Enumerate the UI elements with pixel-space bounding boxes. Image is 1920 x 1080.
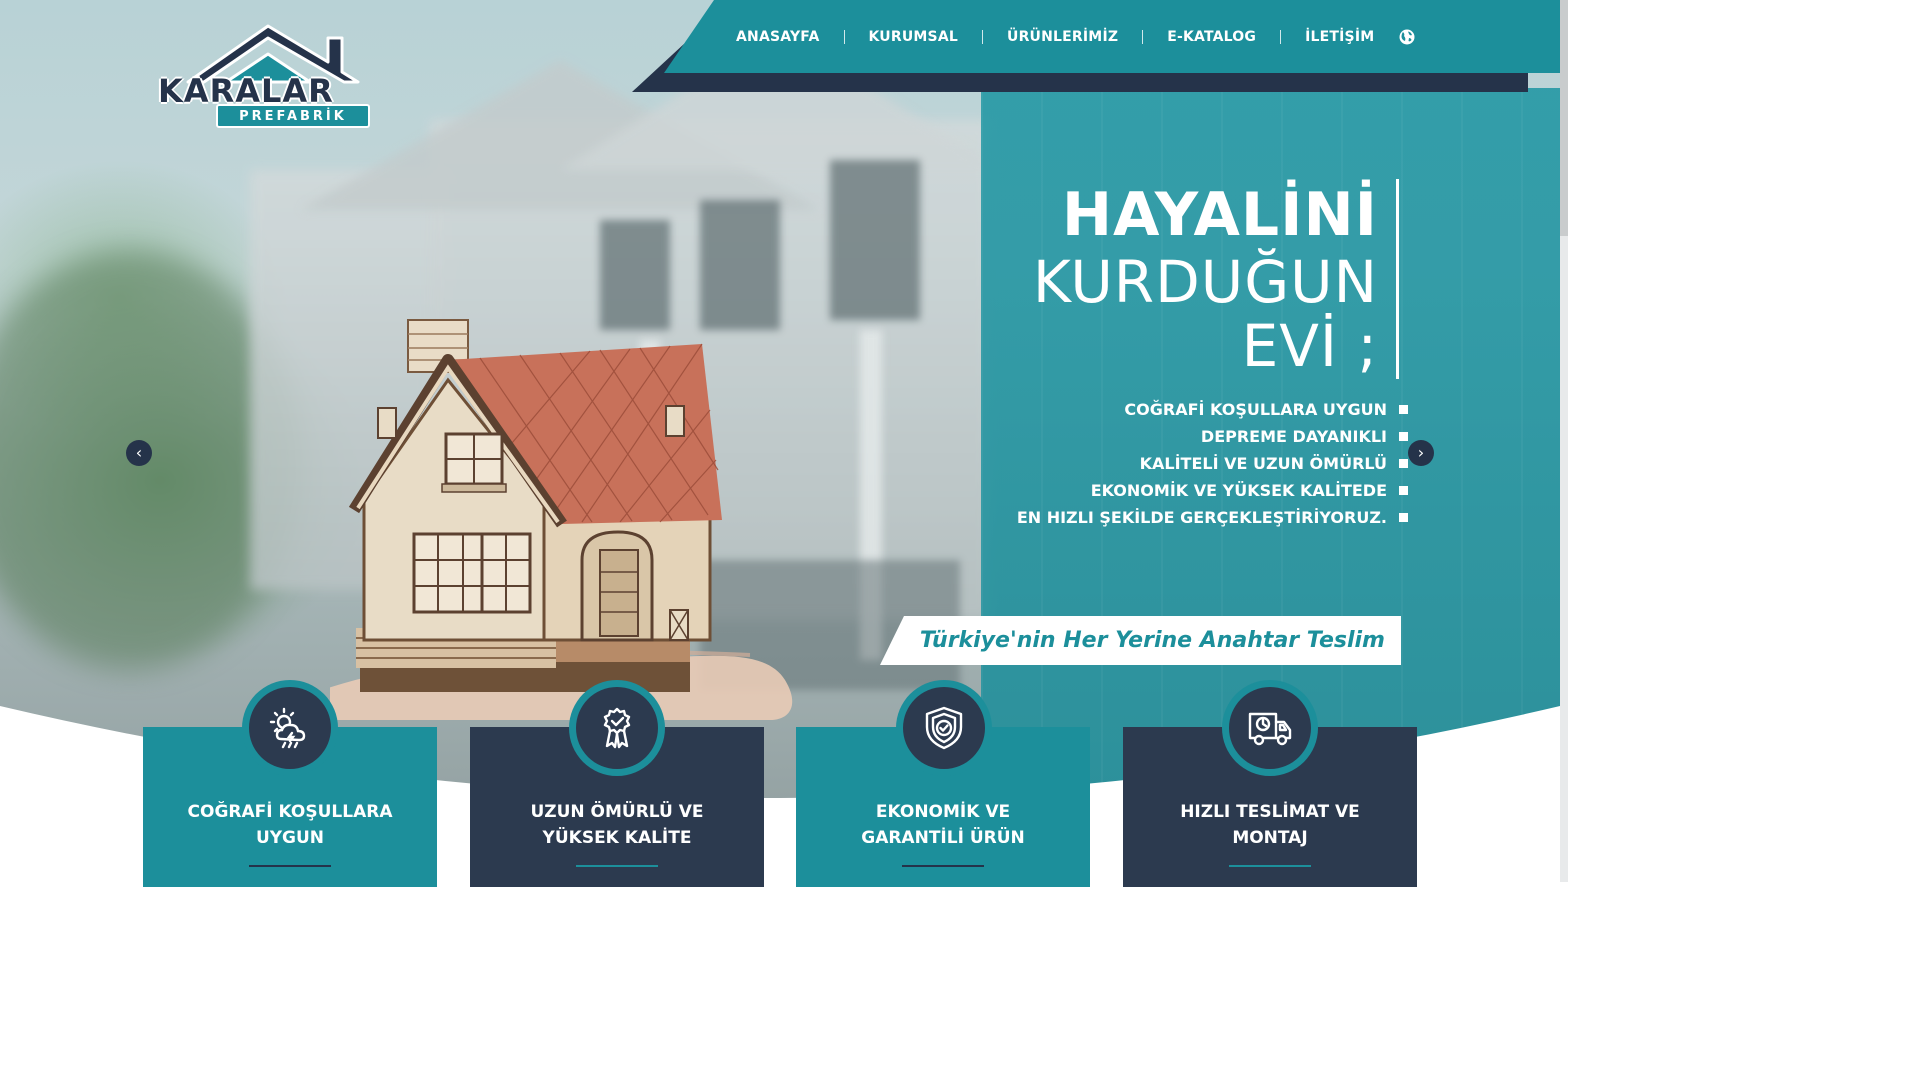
- slider-prev-button[interactable]: ‹: [126, 440, 152, 466]
- card-icon-badge: [242, 680, 338, 776]
- headline-accent-bar: [1396, 179, 1399, 379]
- square-bullet-icon: [1399, 405, 1408, 414]
- slider-next-button[interactable]: ›: [1408, 440, 1434, 466]
- delivery-truck-icon: [1248, 712, 1292, 746]
- nav-divider: [1142, 29, 1144, 44]
- page-scrollbar-thumb[interactable]: [1560, 0, 1568, 236]
- card-underline: [576, 865, 658, 867]
- feature-item: EKONOMİK VE YÜKSEK KALİTEDE: [1017, 477, 1408, 504]
- headline-line-1: HAYALİNİ: [1061, 180, 1378, 250]
- main-navigation: ANASAYFA KURUMSAL ÜRÜNLERİMİZ E-KATALOG …: [664, 0, 1560, 73]
- nav-item-corporate[interactable]: KURUMSAL: [869, 29, 959, 45]
- nav-item-e-catalog[interactable]: E-KATALOG: [1167, 29, 1256, 45]
- feature-text: COĞRAFİ KOŞULLARA UYGUN: [1124, 400, 1387, 419]
- card-underline: [902, 865, 984, 867]
- card-icon-badge: [1222, 680, 1318, 776]
- nav-divider: [1280, 29, 1282, 44]
- hero-headline: HAYALİNİ KURDUĞUN EVİ ;: [1033, 180, 1378, 378]
- card-title: EKONOMİK VE GARANTİLİ ÜRÜN: [861, 802, 1025, 848]
- brand-logo[interactable]: KARALAR PREFABRİK: [158, 22, 374, 134]
- weather-icon: [269, 707, 306, 749]
- square-bullet-icon: [1399, 459, 1408, 468]
- headline-line-3: EVİ ;: [1241, 312, 1378, 380]
- nav-divider: [982, 29, 983, 44]
- feature-item: EN HIZLI ŞEKİLDE GERÇEKLEŞTİRİYORUZ.: [1017, 504, 1408, 531]
- feature-text: KALİTELİ VE UZUN ÖMÜRLÜ: [1139, 454, 1387, 473]
- card-title: COĞRAFİ KOŞULLARA UYGUN: [187, 802, 393, 848]
- house-model-image: [330, 319, 793, 720]
- headline-line-2: KURDUĞUN: [1032, 248, 1378, 316]
- feature-text: EN HIZLI ŞEKİLDE GERÇEKLEŞTİRİYORUZ.: [1016, 508, 1387, 527]
- square-bullet-icon: [1399, 486, 1408, 495]
- square-bullet-icon: [1399, 432, 1408, 441]
- feature-text: DEPREME DAYANIKLI: [1200, 427, 1387, 446]
- card-underline: [249, 865, 331, 867]
- feature-item: KALİTELİ VE UZUN ÖMÜRLÜ: [1017, 450, 1408, 477]
- nav-divider: [843, 29, 845, 44]
- background-window: [830, 160, 920, 320]
- feature-text: EKONOMİK VE YÜKSEK KALİTEDE: [1090, 481, 1387, 500]
- nav-item-contact[interactable]: İLETİŞİM: [1305, 29, 1374, 45]
- card-icon-badge: [569, 680, 665, 776]
- hero-feature-list: COĞRAFİ KOŞULLARA UYGUN DEPREME DAYANIKL…: [1017, 396, 1408, 531]
- card-title: HIZLI TESLİMAT VE MONTAJ: [1180, 802, 1360, 848]
- award-ribbon-icon: [603, 707, 631, 749]
- card-underline: [1229, 865, 1311, 867]
- square-bullet-icon: [1399, 513, 1408, 522]
- card-icon-badge: [896, 680, 992, 776]
- shield-check-icon: [925, 706, 963, 750]
- feature-item: COĞRAFİ KOŞULLARA UYGUN: [1017, 396, 1408, 423]
- hero-slogan: Türkiye'nin Her Yerine Anahtar Teslim: [880, 616, 1401, 665]
- brand-subtitle: PREFABRİK: [216, 104, 370, 128]
- nav-item-products[interactable]: ÜRÜNLERİMİZ: [1007, 29, 1118, 45]
- card-title: UZUN ÖMÜRLÜ VE YÜKSEK KALİTE: [530, 802, 704, 848]
- globe-icon[interactable]: [1398, 28, 1416, 46]
- nav-item-home[interactable]: ANASAYFA: [736, 29, 820, 45]
- feature-item: DEPREME DAYANIKLI: [1017, 423, 1408, 450]
